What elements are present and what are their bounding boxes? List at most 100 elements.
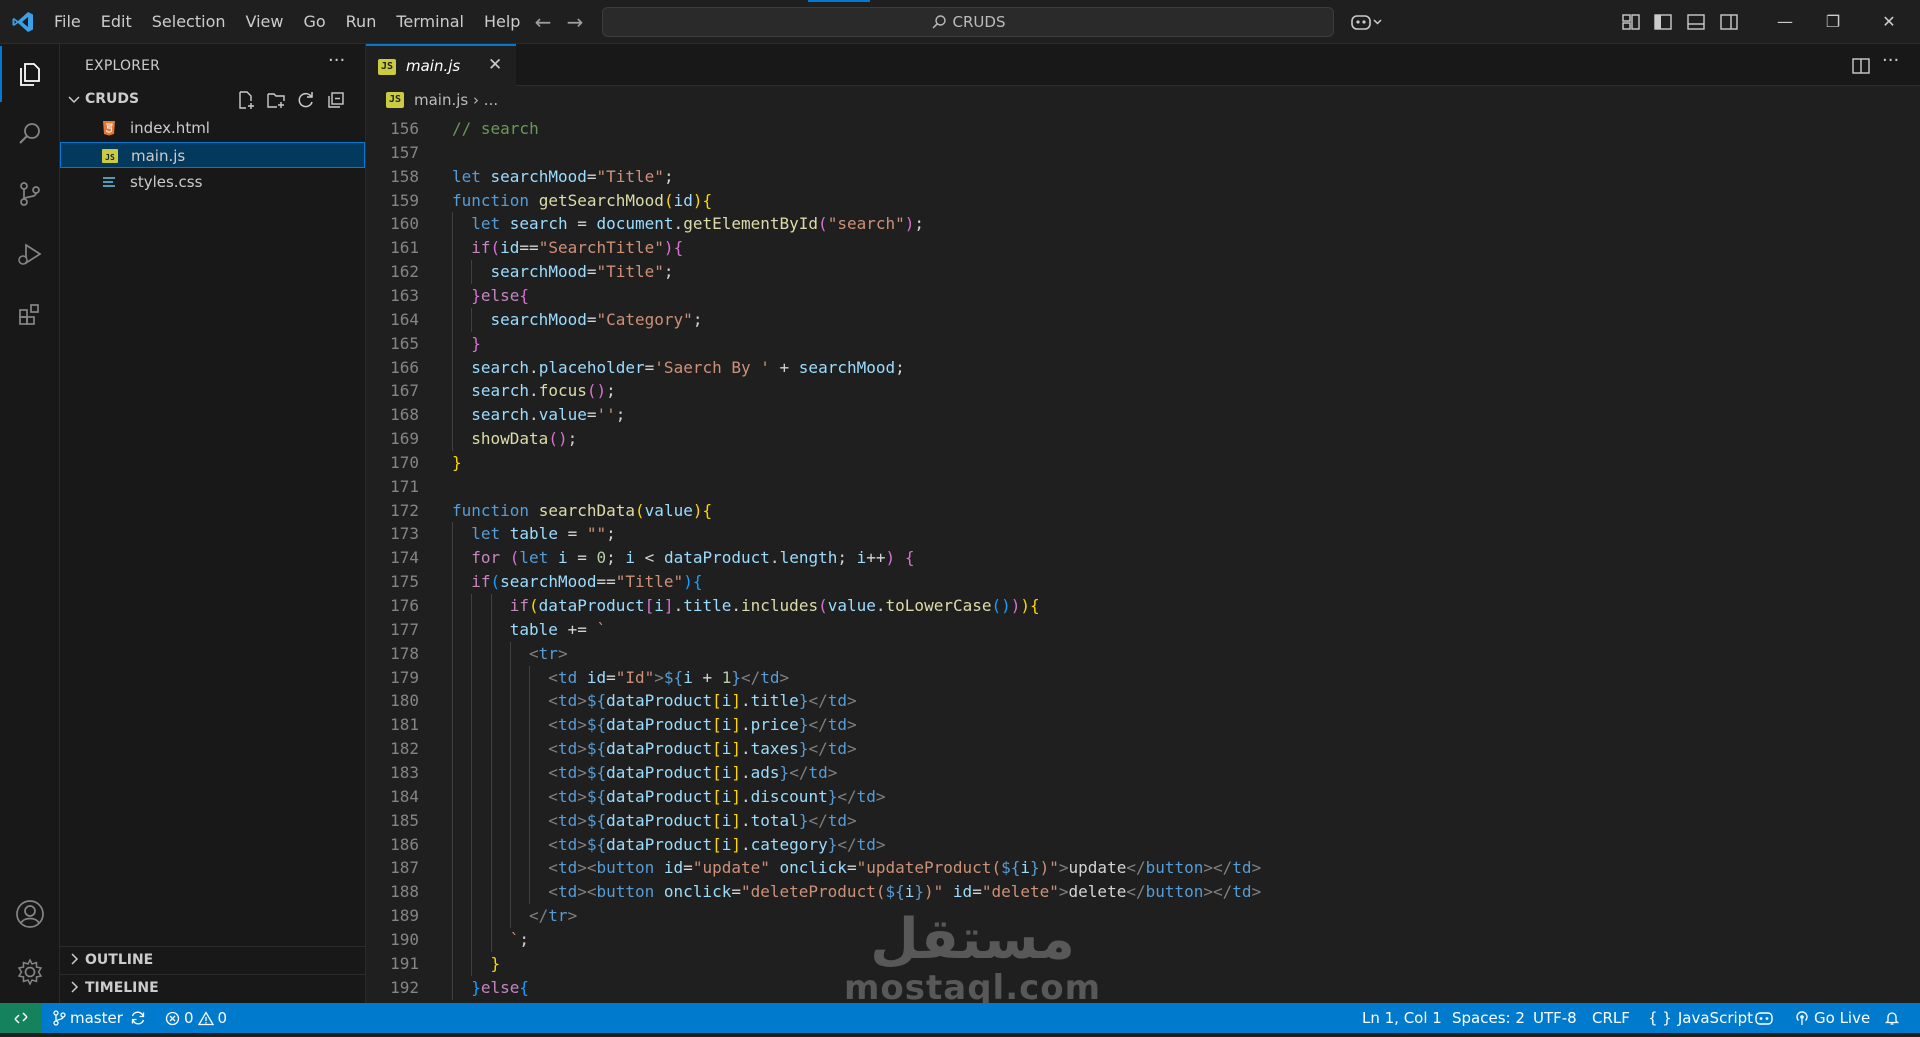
extensions-activity[interactable]: [0, 286, 60, 342]
code-token: "Title": [596, 262, 664, 282]
notifications-bell[interactable]: [1884, 1003, 1904, 1033]
folder-cruds[interactable]: CRUDS: [60, 88, 365, 112]
code-line[interactable]: 187 <td><button id="update" onclick="upda…: [366, 856, 1766, 881]
code-line[interactable]: 159 function getSearchMood(id){: [366, 189, 1766, 213]
command-center-search[interactable]: CRUDS: [602, 7, 1334, 37]
indent-guide: [452, 689, 453, 714]
code-token: ==: [596, 572, 616, 592]
code-token: dataProduct: [606, 691, 713, 711]
breadcrumb-item[interactable]: main.js › ...: [414, 91, 498, 109]
menu-terminal[interactable]: Terminal: [386, 0, 474, 44]
line-number: 157: [390, 142, 419, 162]
new-folder-icon[interactable]: [266, 90, 286, 110]
code-line[interactable]: 178 <tr>: [366, 641, 1766, 666]
code-line[interactable]: 168 search.value='';: [366, 403, 1766, 428]
menu-file[interactable]: File: [44, 0, 91, 44]
files-icon: [20, 63, 40, 86]
code-line[interactable]: 179 <td id="Id">${i + 1}</td>: [366, 665, 1766, 690]
menu-edit[interactable]: Edit: [91, 0, 142, 44]
code-line[interactable]: 185 <td>${dataProduct[i].total}</td>: [366, 808, 1766, 833]
back-arrow-icon[interactable]: ←: [532, 11, 554, 33]
code-line[interactable]: 186 <td>${dataProduct[i].category}</td>: [366, 832, 1766, 857]
restore-button[interactable]: ❐: [1810, 0, 1856, 44]
file-item-styles-css[interactable]: styles.css: [60, 169, 365, 195]
code-line[interactable]: 163}else{: [366, 283, 1766, 308]
explorer-activity[interactable]: [0, 46, 60, 102]
code-line[interactable]: 164 searchMood="Category";: [366, 307, 1766, 332]
indentation-status[interactable]: Spaces: 2: [1452, 1003, 1525, 1033]
close-window-button[interactable]: ✕: [1866, 0, 1912, 44]
search-activity[interactable]: [0, 106, 60, 162]
code-line[interactable]: 157: [366, 141, 1766, 165]
split-editor-icon[interactable]: [1851, 56, 1871, 76]
more-actions-icon[interactable]: ···: [1882, 50, 1902, 71]
language-mode[interactable]: { } JavaScript: [1648, 1003, 1753, 1033]
code-line[interactable]: 173 let table = "";: [366, 522, 1766, 547]
refresh-icon[interactable]: [296, 90, 316, 110]
manage-activity[interactable]: [0, 944, 60, 1000]
code-line[interactable]: 188 <td><button onclick="deleteProduct(${…: [366, 880, 1766, 905]
file-item-main-js[interactable]: JS main.js: [60, 142, 365, 168]
go-live-button[interactable]: Go Live: [1794, 1003, 1870, 1033]
timeline-panel-header[interactable]: TIMELINE: [60, 974, 365, 1000]
code-line[interactable]: 162 searchMood="Title";: [366, 260, 1766, 285]
code-line[interactable]: 165}: [366, 331, 1766, 356]
menu-run[interactable]: Run: [336, 0, 387, 44]
code-line[interactable]: 176 if(dataProduct[i].title.includes(valu…: [366, 594, 1766, 618]
tab-main-js[interactable]: JS main.js ✕: [366, 44, 516, 86]
menu-view[interactable]: View: [236, 0, 294, 44]
encoding-status[interactable]: UTF-8: [1533, 1003, 1577, 1033]
collapse-all-icon[interactable]: [326, 90, 346, 110]
code-line[interactable]: 166 search.placeholder='Saerch By ' + sea…: [366, 355, 1766, 380]
code-line[interactable]: 175 if(searchMood=="Title"){: [366, 570, 1766, 595]
code-line[interactable]: 161 if(id=="SearchTitle"){: [366, 236, 1766, 261]
sync-icon[interactable]: [129, 1010, 147, 1026]
code-line[interactable]: 181 <td>${dataProduct[i].price}</td>: [366, 713, 1766, 738]
code-line[interactable]: 180 <td>${dataProduct[i].title}</td>: [366, 689, 1766, 714]
code-line[interactable]: 184 <td>${dataProduct[i].discount}</td>: [366, 784, 1766, 809]
css-file-icon: [103, 177, 115, 187]
copilot-status[interactable]: [1754, 1003, 1778, 1033]
copilot-icon[interactable]: [1350, 11, 1384, 33]
close-icon[interactable]: ✕: [488, 55, 502, 75]
menu-help[interactable]: Help: [474, 0, 530, 44]
code-line[interactable]: 167 search.focus();: [366, 379, 1766, 404]
eol-status[interactable]: CRLF: [1592, 1003, 1630, 1033]
menu-go[interactable]: Go: [293, 0, 335, 44]
accounts-activity[interactable]: [0, 886, 60, 942]
problems-status[interactable]: 0 0: [165, 1003, 227, 1033]
branch-status[interactable]: master: [52, 1003, 151, 1033]
code-line[interactable]: 158 let searchMood="Title";: [366, 165, 1766, 189]
toggle-primary-sidebar-icon[interactable]: [1652, 11, 1674, 33]
run-debug-activity[interactable]: [0, 226, 60, 282]
vscode-logo-icon[interactable]: [10, 10, 36, 34]
code-line[interactable]: 170}: [366, 451, 1766, 475]
outline-panel-header[interactable]: OUTLINE: [60, 946, 365, 972]
file-item-index-html[interactable]: index.html: [60, 115, 365, 141]
code-line[interactable]: 169 showData();: [366, 427, 1766, 452]
code-line[interactable]: 172 function searchData(value){: [366, 499, 1766, 523]
new-file-icon[interactable]: [236, 90, 256, 110]
code-line[interactable]: 160 let search = document.getElementById(…: [366, 212, 1766, 237]
code-line[interactable]: 183 <td>${dataProduct[i].ads}</td>: [366, 760, 1766, 785]
code-line[interactable]: 182 <td>${dataProduct[i].taxes}</td>: [366, 737, 1766, 762]
code-editor[interactable]: 156// search 157 158 let searchMood="Title"…: [366, 114, 1920, 1003]
more-actions-icon[interactable]: ···: [328, 50, 345, 71]
code-token: </: [1126, 858, 1146, 878]
code-line[interactable]: 177 table += `: [366, 617, 1766, 642]
customize-layout-icon[interactable]: [1620, 11, 1642, 33]
code-line[interactable]: 156 // search: [366, 117, 1766, 141]
cursor-position[interactable]: Ln 1, Col 1: [1362, 1003, 1442, 1033]
minimize-button[interactable]: —: [1762, 0, 1808, 44]
menu-selection[interactable]: Selection: [142, 0, 236, 44]
outline-label: OUTLINE: [85, 952, 154, 968]
code-token: ): [1020, 596, 1031, 615]
forward-arrow-icon[interactable]: →: [564, 11, 586, 33]
remote-indicator[interactable]: [0, 1003, 42, 1033]
toggle-secondary-sidebar-icon[interactable]: [1718, 11, 1740, 33]
source-control-activity[interactable]: [0, 166, 60, 222]
code-line[interactable]: 174 for (let i = 0; i < dataProduct.lengt…: [366, 546, 1766, 571]
code-line[interactable]: 171: [366, 475, 1766, 499]
toggle-panel-icon[interactable]: [1685, 11, 1707, 33]
indent-guide: [471, 760, 473, 785]
